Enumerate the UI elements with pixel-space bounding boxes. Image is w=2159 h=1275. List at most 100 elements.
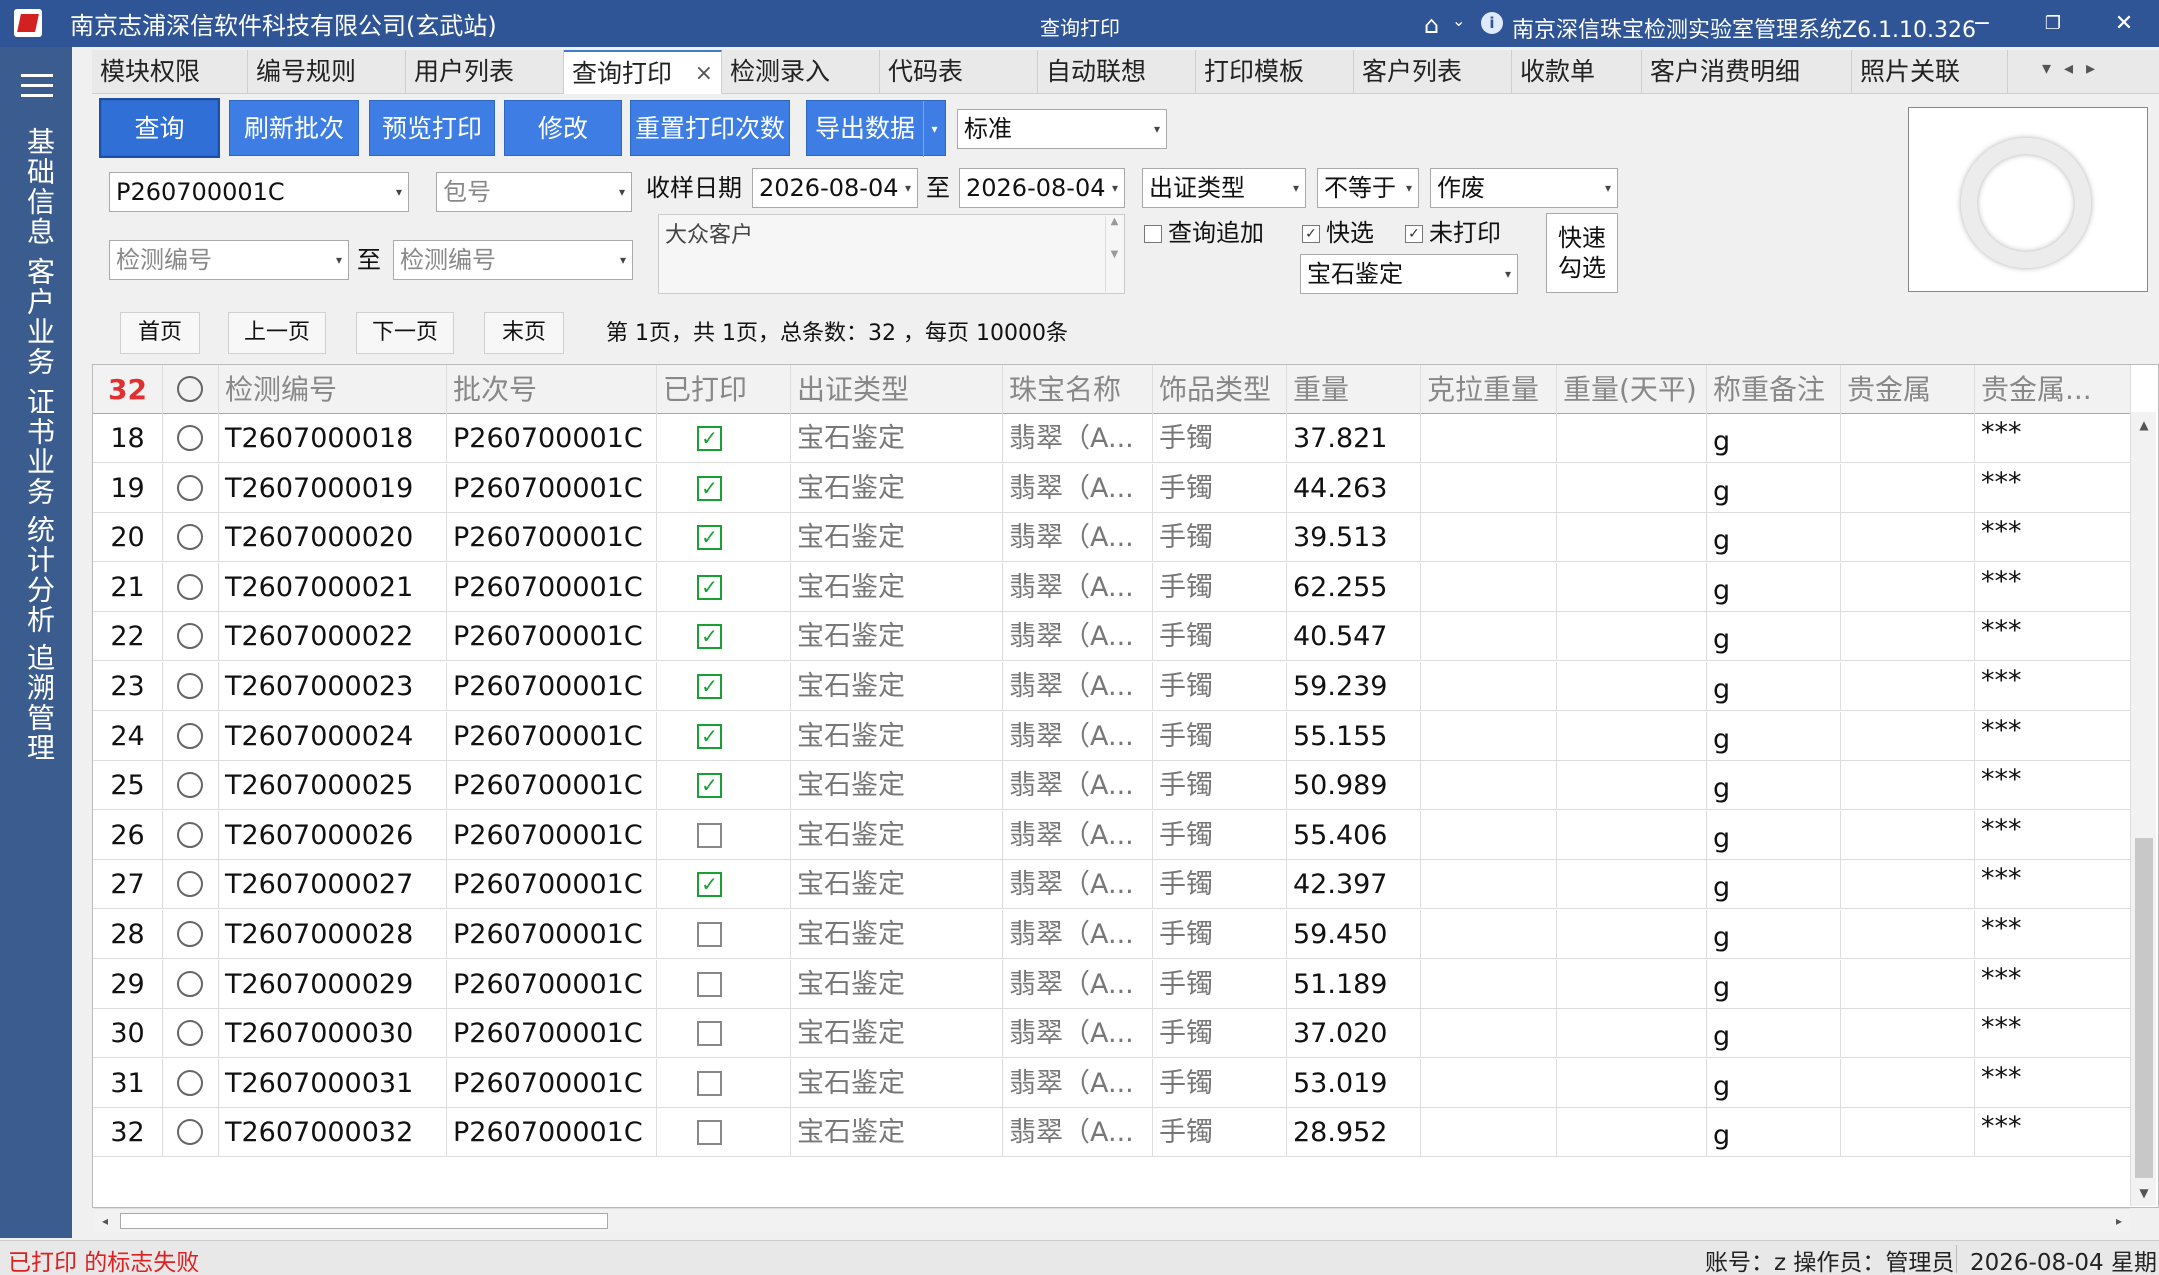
not-printed-checkbox[interactable]: ✓ 未打印: [1405, 216, 1501, 250]
cell-unit[interactable]: g: [1707, 1108, 1841, 1158]
cell-batch[interactable]: P260700001C: [447, 711, 657, 761]
table-row[interactable]: 26 T2607000026 P260700001C 宝石鉴定 翡翠（A... 手镯 55.…: [93, 810, 2131, 860]
cell-id[interactable]: T2607000029: [219, 959, 447, 1009]
tab-photo-link[interactable]: 照片关联: [1852, 50, 2008, 94]
home-icon[interactable]: ⌂: [1424, 11, 1439, 39]
cell-metal[interactable]: ***: [1975, 562, 2131, 612]
cell-metal[interactable]: ***: [1975, 414, 2131, 463]
cell-unit[interactable]: g: [1707, 761, 1841, 811]
checkbox-unchecked-icon[interactable]: [697, 1021, 722, 1047]
cell-name[interactable]: 翡翠（A...: [1003, 562, 1153, 612]
cell-type[interactable]: 手镯: [1153, 612, 1287, 662]
printed-checkbox[interactable]: [657, 959, 791, 1009]
cell-name[interactable]: 翡翠（A...: [1003, 463, 1153, 513]
cell-type[interactable]: 手镯: [1153, 761, 1287, 811]
cell-unit[interactable]: g: [1707, 860, 1841, 910]
reset-print-count-button[interactable]: 重置打印次数: [630, 100, 790, 156]
cell-weight[interactable]: 37.020: [1287, 1009, 1421, 1059]
printed-checkbox[interactable]: ✓: [657, 513, 791, 563]
table-row[interactable]: 31 T2607000031 P260700001C 宝石鉴定 翡翠（A... 手镯 53.…: [93, 1058, 2131, 1108]
cell-unit[interactable]: g: [1707, 662, 1841, 711]
scroll-right-icon[interactable]: ▸: [2108, 1209, 2130, 1233]
chevron-down-icon[interactable]: ▾: [1605, 169, 1611, 207]
checkbox-checked-icon[interactable]: ✓: [697, 773, 722, 799]
cell-type[interactable]: 手镯: [1153, 959, 1287, 1009]
cell-id[interactable]: T2607000022: [219, 612, 447, 662]
row-select-radio[interactable]: [163, 662, 219, 711]
cell-name[interactable]: 翡翠（A...: [1003, 1108, 1153, 1158]
checkbox-checked-icon[interactable]: ✓: [697, 574, 722, 600]
cell-name[interactable]: 翡翠（A...: [1003, 959, 1153, 1009]
query-button[interactable]: 查询: [99, 98, 220, 158]
cell-metal[interactable]: ***: [1975, 910, 2131, 959]
restore-button[interactable]: ❐: [2024, 6, 2082, 42]
customer-memo-field[interactable]: 大众客户 ▲ ▼: [658, 214, 1125, 294]
chevron-down-icon[interactable]: ▾: [1154, 110, 1160, 148]
cell-type[interactable]: 手镯: [1153, 414, 1287, 463]
cell-batch[interactable]: P260700001C: [447, 1009, 657, 1059]
checkbox-checked-icon[interactable]: ✓: [697, 723, 722, 749]
cell-id[interactable]: T2607000021: [219, 562, 447, 612]
printed-checkbox[interactable]: [657, 1108, 791, 1158]
tab-user-list[interactable]: 用户列表: [406, 50, 564, 94]
cell-weight[interactable]: 59.239: [1287, 662, 1421, 711]
tab-customer-spending[interactable]: 客户消费明细: [1642, 50, 1852, 94]
row-select-radio[interactable]: [163, 761, 219, 811]
table-row[interactable]: 21 T2607000021 P260700001C ✓ 宝石鉴定 翡翠（A... 手镯 62…: [93, 562, 2131, 612]
sample-date-to[interactable]: 2026-08-04 ▾: [959, 168, 1125, 208]
sidebar-item-customer-business[interactable]: 客户业务: [20, 257, 56, 377]
tab-receipts[interactable]: 收款单: [1512, 50, 1642, 94]
cell-name[interactable]: 翡翠（A...: [1003, 1009, 1153, 1059]
cell-weight[interactable]: 59.450: [1287, 910, 1421, 959]
tab-numbering-rules[interactable]: 编号规则: [248, 50, 406, 94]
cell-id[interactable]: T2607000026: [219, 810, 447, 860]
cell-name[interactable]: 翡翠（A...: [1003, 761, 1153, 811]
cell-metal[interactable]: ***: [1975, 711, 2131, 761]
row-select-radio[interactable]: [163, 463, 219, 513]
cell-metal[interactable]: ***: [1975, 860, 2131, 910]
col-header-cert-type[interactable]: 出证类型: [791, 365, 1003, 414]
cell-cert[interactable]: 宝石鉴定: [791, 562, 1003, 612]
cell-n[interactable]: 30: [93, 1009, 163, 1059]
close-button[interactable]: ✕: [2095, 6, 2153, 42]
scroll-left-icon[interactable]: ◂: [94, 1209, 116, 1233]
col-header-carat-weight[interactable]: 克拉重量: [1421, 365, 1557, 414]
radio-icon[interactable]: [177, 970, 203, 997]
template-select[interactable]: 标准 ▾: [957, 109, 1167, 149]
cell-weight[interactable]: 28.952: [1287, 1108, 1421, 1158]
cell-cert[interactable]: 宝石鉴定: [791, 761, 1003, 811]
batch-number-select[interactable]: P260700001C ▾: [109, 172, 409, 212]
cell-unit[interactable]: g: [1707, 414, 1841, 463]
cell-batch[interactable]: P260700001C: [447, 1108, 657, 1158]
table-row[interactable]: 32 T2607000032 P260700001C 宝石鉴定 翡翠（A... 手镯 28.…: [93, 1108, 2131, 1158]
printed-checkbox[interactable]: [657, 1009, 791, 1059]
printed-checkbox[interactable]: ✓: [657, 761, 791, 811]
last-page-button[interactable]: 末页: [484, 312, 564, 354]
table-row[interactable]: 23 T2607000023 P260700001C ✓ 宝石鉴定 翡翠（A... 手镯 59…: [93, 662, 2131, 711]
chevron-down-icon[interactable]: ▾: [1293, 169, 1299, 207]
radio-icon[interactable]: [177, 1069, 203, 1096]
checkbox-unchecked-icon[interactable]: [697, 1070, 722, 1096]
row-select-radio[interactable]: [163, 1058, 219, 1108]
tab-code-table[interactable]: 代码表: [880, 50, 1038, 94]
next-page-button[interactable]: 下一页: [356, 312, 454, 354]
sidebar-item-statistics[interactable]: 统计分析: [20, 515, 56, 635]
cell-unit[interactable]: g: [1707, 910, 1841, 959]
radio-icon[interactable]: [177, 1119, 203, 1146]
checkbox-checked-icon[interactable]: ✓: [697, 674, 722, 699]
chevron-down-icon[interactable]: ▾: [619, 173, 625, 211]
radio-icon[interactable]: [177, 722, 203, 749]
tab-query-print[interactable]: 查询打印 ×: [564, 50, 722, 94]
checkbox-checked-icon[interactable]: ✓: [697, 426, 722, 451]
cell-type[interactable]: 手镯: [1153, 910, 1287, 959]
chevron-down-icon[interactable]: ▾: [396, 173, 402, 211]
cell-id[interactable]: T2607000031: [219, 1058, 447, 1108]
printed-checkbox[interactable]: ✓: [657, 711, 791, 761]
radio-icon[interactable]: [177, 425, 203, 451]
tab-print-templates[interactable]: 打印模板: [1196, 50, 1354, 94]
printed-checkbox[interactable]: ✓: [657, 562, 791, 612]
cell-batch[interactable]: P260700001C: [447, 1058, 657, 1108]
cell-unit[interactable]: g: [1707, 711, 1841, 761]
cell-unit[interactable]: g: [1707, 959, 1841, 1009]
col-header-balance-weight[interactable]: 重量(天平): [1557, 365, 1707, 414]
